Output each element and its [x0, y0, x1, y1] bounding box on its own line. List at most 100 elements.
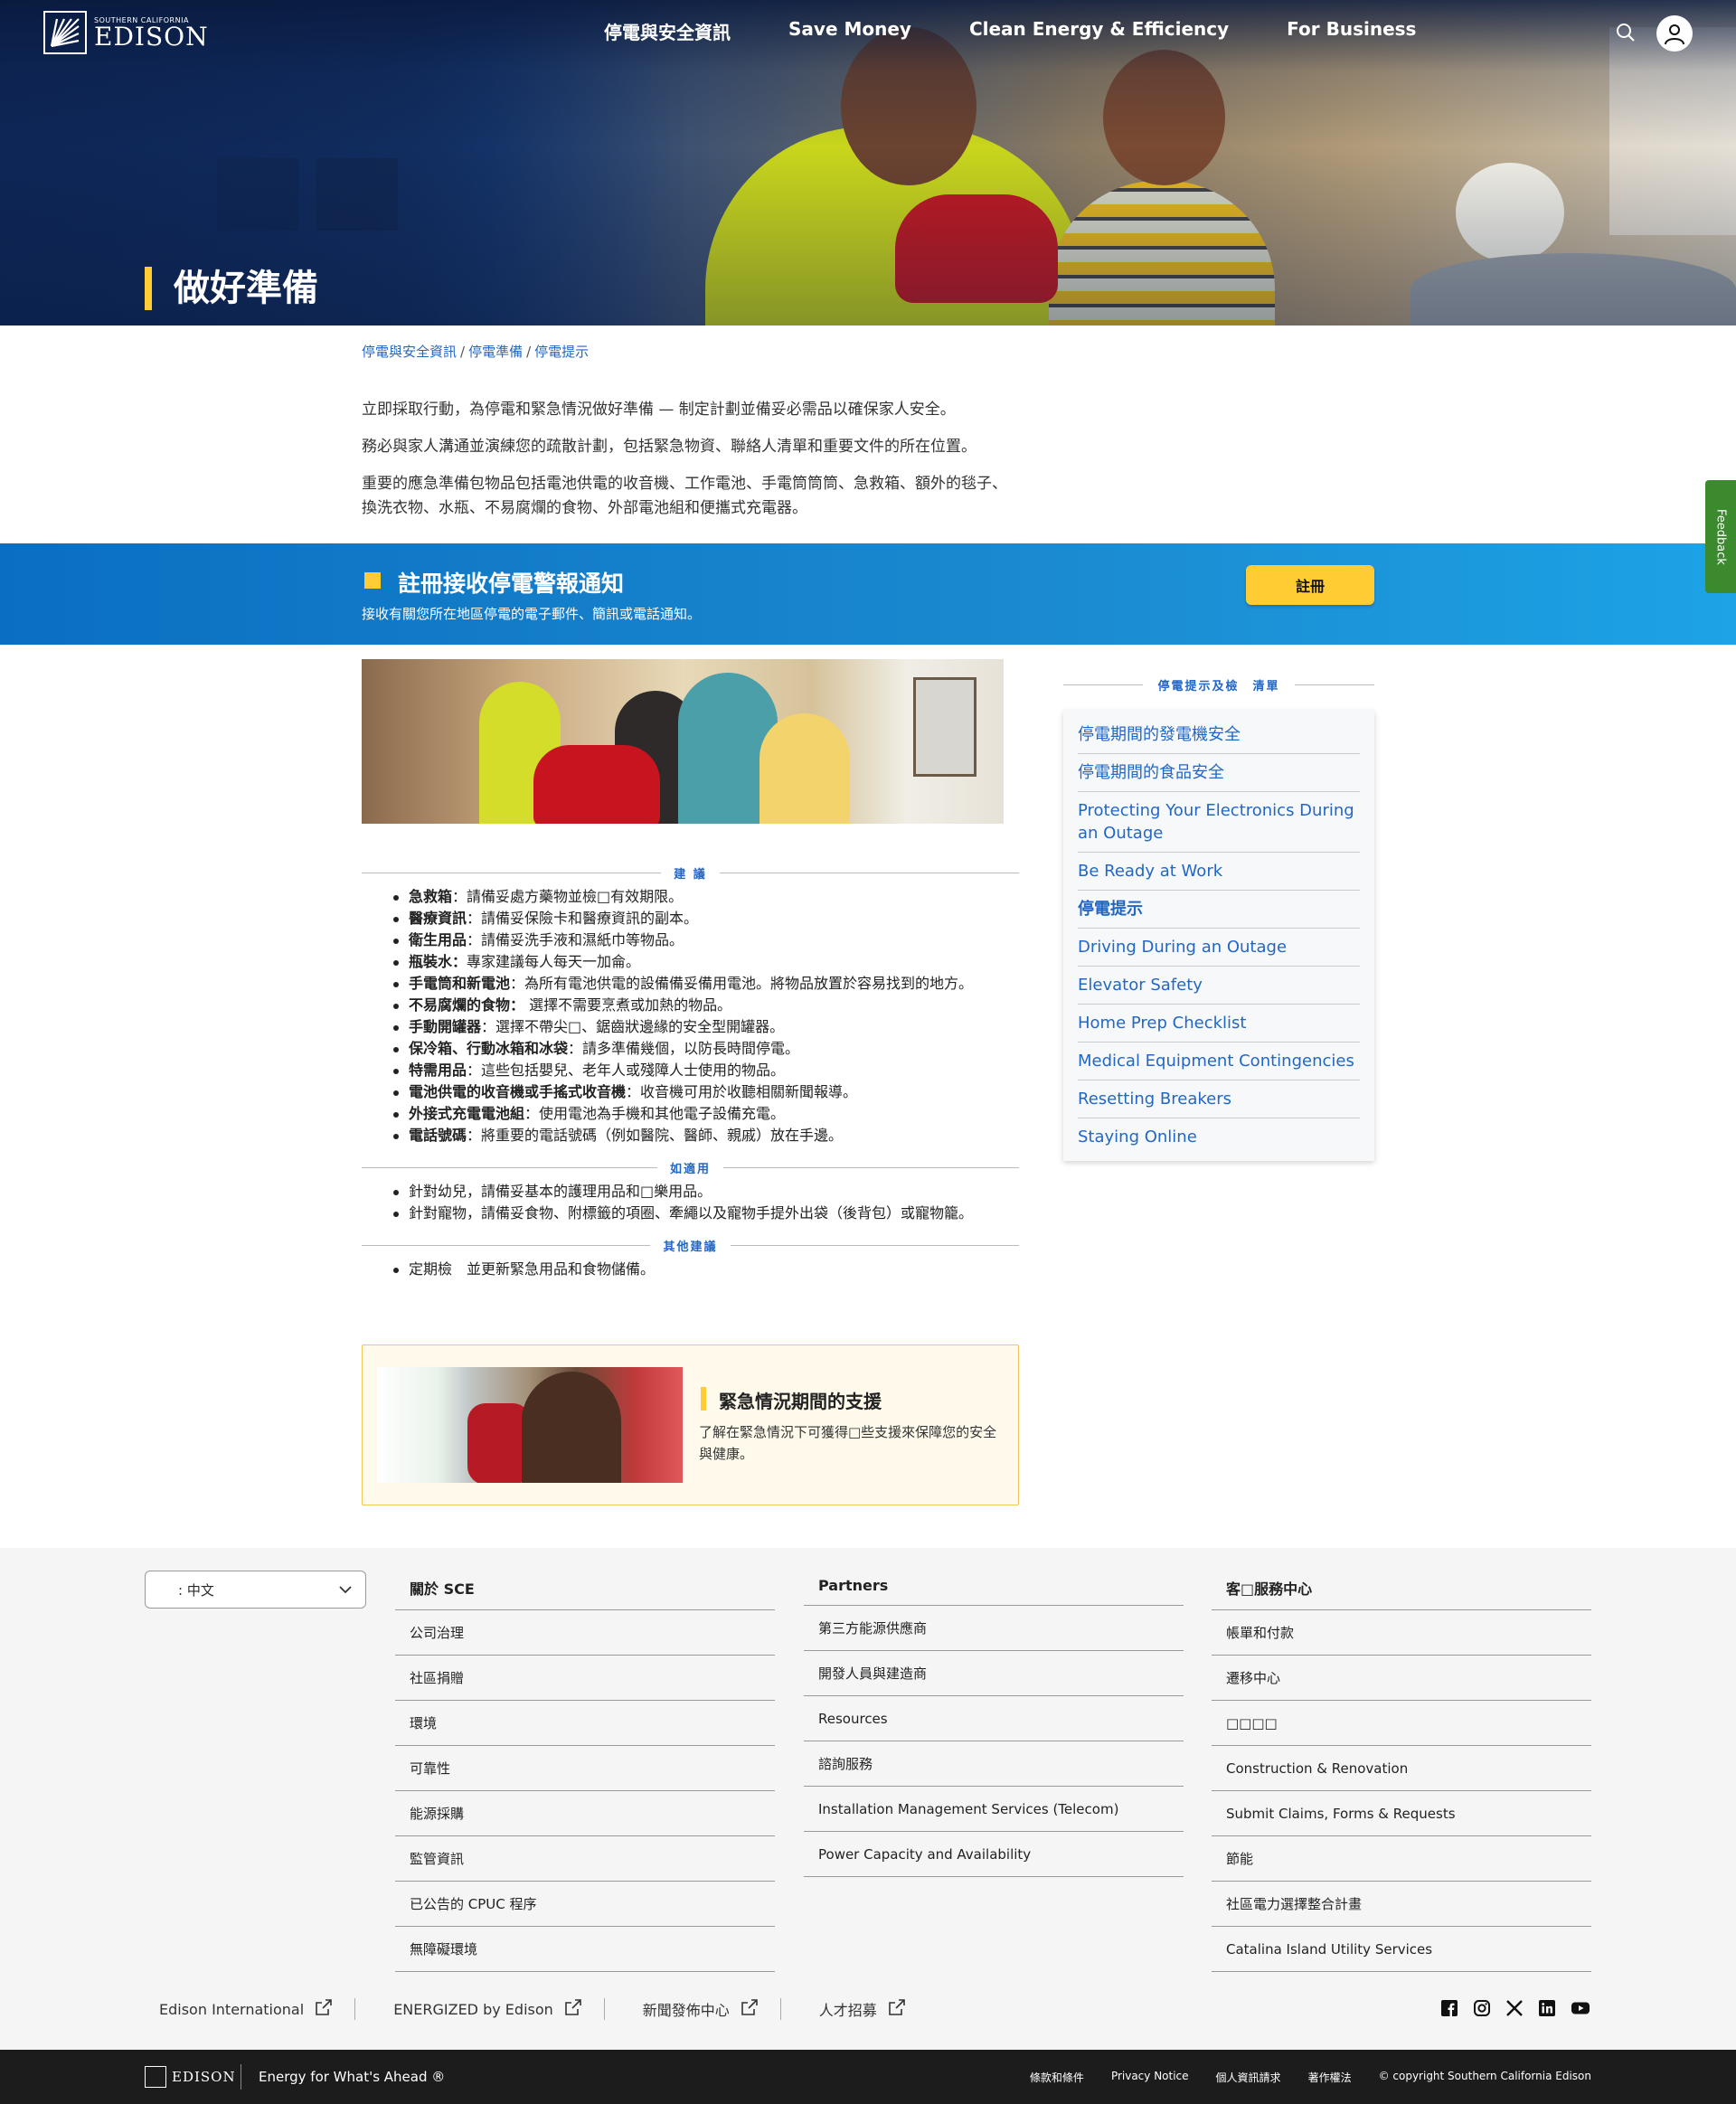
- applicable-item: 針對寵物，請備妥食物、附標籤的項圈、牽繩以及寵物手提外出袋（後背包）或寵物籠。: [393, 1203, 1019, 1224]
- external-link[interactable]: ENERGIZED by Edison: [379, 1998, 605, 2020]
- section-heading-applicable: 如適用: [656, 1163, 723, 1176]
- footer-link[interactable]: Submit Claims, Forms & Requests: [1212, 1791, 1591, 1836]
- sidebar-link[interactable]: Protecting Your Electronics During an Ou…: [1078, 792, 1360, 853]
- external-link-label: 人才招募: [818, 2002, 877, 2019]
- footer-link[interactable]: 遷移中心: [1212, 1656, 1591, 1701]
- footer-link[interactable]: 開發人員與建造商: [804, 1651, 1184, 1696]
- tip-item: 瓶裝水：專家建議每人每天一加侖。: [393, 951, 1019, 973]
- facebook-icon[interactable]: [1441, 2000, 1458, 2020]
- section-heading-other: 其他建議: [650, 1241, 731, 1254]
- linkedin-icon[interactable]: [1539, 2000, 1555, 2020]
- photo-person: [760, 713, 850, 824]
- tip-item: 醫療資訊：請備妥保險卡和醫療資訊的副本。: [393, 908, 1019, 929]
- sidebar-link[interactable]: Be Ready at Work: [1078, 853, 1360, 891]
- footer-column-title: Partners: [804, 1577, 1184, 1606]
- sidebar-link[interactable]: Home Prep Checklist: [1078, 1005, 1360, 1043]
- footer-link[interactable]: Installation Management Services (Teleco…: [804, 1787, 1184, 1832]
- footer-link[interactable]: Construction & Renovation: [1212, 1746, 1591, 1791]
- footer-column-about: 關於 SCE 公司治理 社區捐贈 環境 可靠性 能源採購 監管資訊 已公告的 CPUC 程序無…: [395, 1577, 775, 1972]
- footer-link[interactable]: 節能: [1212, 1836, 1591, 1882]
- tip-item-label: 外接式充電電池組: [409, 1105, 525, 1122]
- account-icon[interactable]: [1656, 15, 1693, 52]
- edison-logo[interactable]: SOUTHERN CALIFORNIA EDISON: [43, 11, 209, 54]
- other-list: 定期檢 並更新緊急用品和食物儲備。: [362, 1259, 1019, 1280]
- x-icon[interactable]: [1506, 2000, 1523, 2020]
- external-link[interactable]: Edison International: [145, 1998, 356, 2020]
- sidebar-link[interactable]: Driving During an Outage: [1078, 929, 1360, 967]
- footer-link[interactable]: 公司治理: [395, 1610, 775, 1656]
- legal-link[interactable]: 個人資訊請求: [1216, 2070, 1281, 2085]
- footer-link[interactable]: 第三方能源供應商: [804, 1606, 1184, 1651]
- footer-link[interactable]: 社區電力選擇整合計畫: [1212, 1882, 1591, 1927]
- sidebar-link[interactable]: Elevator Safety: [1078, 967, 1360, 1005]
- footer-link[interactable]: 諮詢服務: [804, 1741, 1184, 1787]
- tip-item-label: 手電筒和新電池: [409, 975, 511, 992]
- footer-link[interactable]: Power Capacity and Availability: [804, 1832, 1184, 1877]
- emergency-support-card[interactable]: 緊急情況期間的支援 了解在緊急情況下可獲得□些支援來保障您的安全與健康。: [362, 1344, 1019, 1505]
- footer-column-title: 關於 SCE: [395, 1577, 775, 1610]
- footer: : 中文 關於 SCE 公司治理 社區捐贈 環境 可靠性 能源採購 監管資訊 已公告的 CPU…: [0, 1548, 1736, 2050]
- tip-item: 不易腐爛的食物： 選擇不需要烹煮或加熱的物品。: [393, 995, 1019, 1016]
- section-divider: 建 議: [362, 864, 1019, 882]
- sidebar-link[interactable]: 停電期間的食品安全: [1078, 754, 1360, 792]
- sidebar-link[interactable]: Resetting Breakers: [1078, 1080, 1360, 1118]
- tip-item-text: 選擇不需要烹煮或加熱的物品。: [524, 996, 732, 1014]
- nav-save-money[interactable]: Save Money: [788, 18, 911, 44]
- external-link-icon: [888, 1998, 906, 2020]
- external-link-label: ENERGIZED by Edison: [393, 2000, 553, 2018]
- register-button[interactable]: 註冊: [1246, 565, 1374, 605]
- section-heading-tips: 建 議: [661, 868, 720, 882]
- search-icon[interactable]: [1615, 22, 1637, 47]
- sidebar-link[interactable]: Staying Online: [1078, 1118, 1360, 1156]
- main-nav: 停電與安全資訊 Save Money Clean Energy & Effici…: [604, 18, 1416, 44]
- tip-item-label: 電池供電的收音機或手搖式收音機: [409, 1083, 627, 1100]
- intro-text: 立即採取行動，為停電和緊急情況做好準備 — 制定計劃並備妥必需品以確保家人安全。…: [362, 398, 1013, 533]
- tip-item-text: ：將重要的電話號碼（例如醫院、醫師、親戚）放在手邊。: [467, 1127, 844, 1144]
- external-link[interactable]: 新聞發佈中心: [628, 1998, 781, 2020]
- footer-link[interactable]: Catalina Island Utility Services: [1212, 1927, 1591, 1972]
- youtube-icon[interactable]: [1571, 2000, 1590, 2020]
- language-select[interactable]: : 中文: [145, 1571, 366, 1609]
- footer-link[interactable]: 無障礙環境: [395, 1927, 775, 1972]
- breadcrumb-item[interactable]: 停電提示: [534, 344, 589, 360]
- nav-for-business[interactable]: For Business: [1287, 18, 1416, 44]
- breadcrumb-separator: /: [526, 344, 532, 360]
- other-item: 定期檢 並更新緊急用品和食物儲備。: [393, 1259, 1019, 1280]
- outage-alert-banner: 註冊接收停電警報通知 接收有關您所在地區停電的電子郵件、簡訊或電話通知。 註冊: [0, 543, 1736, 645]
- nav-clean-energy[interactable]: Clean Energy & Efficiency: [969, 18, 1229, 44]
- legal-links: 條款和條件 Privacy Notice 個人資訊請求 著作權法 © copyright…: [1030, 2070, 1591, 2085]
- footer-link[interactable]: 環境: [395, 1701, 775, 1746]
- sidebar-heading: 停電提示及檢 清單: [1063, 676, 1374, 693]
- sidebar-link[interactable]: 停電提示: [1078, 891, 1360, 929]
- footer-link[interactable]: 能源採購: [395, 1791, 775, 1836]
- tip-item-label: 衛生用品: [409, 931, 467, 948]
- breadcrumb-item[interactable]: 停電與安全資訊: [362, 344, 457, 360]
- tip-item: 電池供電的收音機或手搖式收音機：收音機可用於收聽相關新聞報導。: [393, 1081, 1019, 1103]
- legal-link[interactable]: 條款和條件: [1030, 2070, 1084, 2085]
- footer-link[interactable]: Resources: [804, 1696, 1184, 1741]
- chevron-down-icon: [338, 1582, 353, 1600]
- legal-link[interactable]: Privacy Notice: [1111, 2070, 1189, 2085]
- tip-item-label: 特需用品: [409, 1061, 467, 1079]
- feedback-tab[interactable]: Feedback: [1705, 480, 1736, 593]
- footer-link[interactable]: 帳單和付款: [1212, 1610, 1591, 1656]
- footer-link[interactable]: 監管資訊: [395, 1836, 775, 1882]
- instagram-icon[interactable]: [1474, 2000, 1490, 2020]
- footer-link[interactable]: □□□□: [1212, 1701, 1591, 1746]
- footer-link[interactable]: 社區捐贈: [395, 1656, 775, 1701]
- footer-link[interactable]: 可靠性: [395, 1746, 775, 1791]
- footer-edison-logo[interactable]: EDISON: [145, 2066, 236, 2088]
- sidebar-link[interactable]: Medical Equipment Contingencies: [1078, 1043, 1360, 1080]
- tip-item-label: 電話號碼: [409, 1127, 467, 1144]
- tagline: Energy for What's Ahead ®: [259, 2069, 446, 2085]
- alert-title: 註冊接收停電警報通知: [398, 571, 625, 597]
- nav-outages-safety[interactable]: 停電與安全資訊: [604, 18, 731, 44]
- sidebar-heading-text: 停電提示及檢 清單: [1143, 680, 1295, 693]
- external-link-icon: [315, 1998, 333, 2020]
- sidebar-link[interactable]: 停電期間的發電機安全: [1078, 716, 1360, 754]
- legal-link[interactable]: 著作權法: [1308, 2070, 1352, 2085]
- footer-column-title: 客□服務中心: [1212, 1577, 1591, 1610]
- external-link[interactable]: 人才招募: [805, 1998, 928, 2020]
- footer-link[interactable]: 已公告的 CPUC 程序: [395, 1882, 775, 1927]
- breadcrumb-item[interactable]: 停電準備: [468, 344, 523, 360]
